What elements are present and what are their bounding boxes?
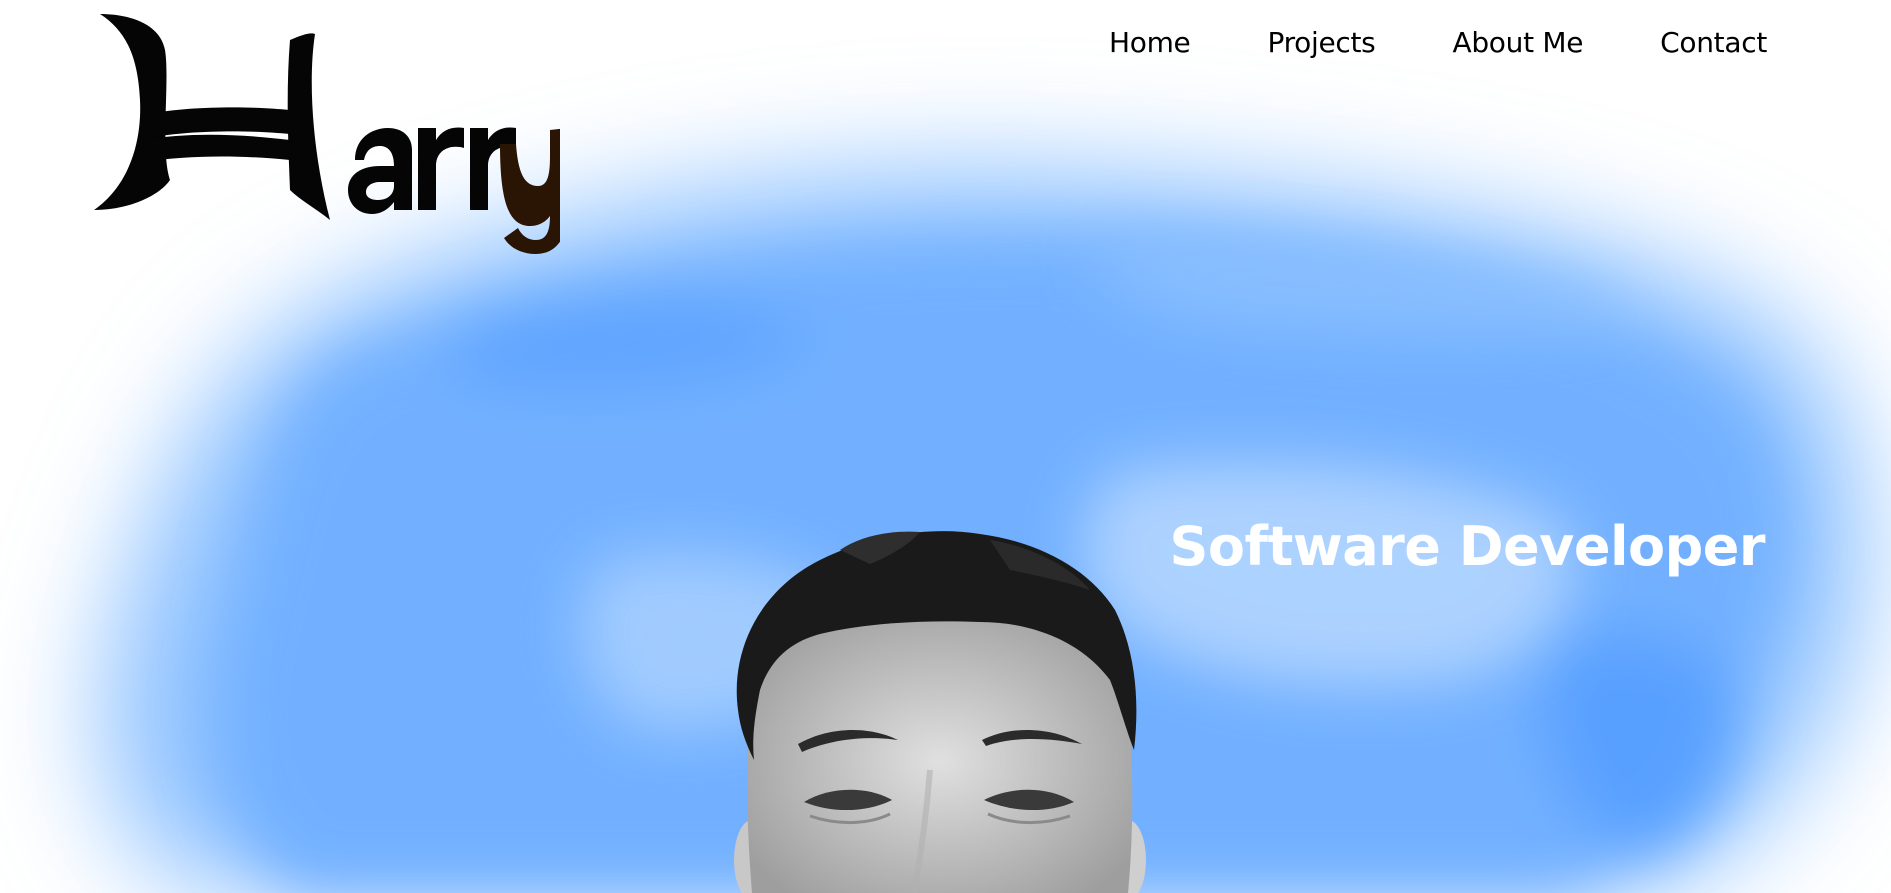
page: Home Projects About Me Contact Software … bbox=[0, 0, 1891, 893]
logo-h-crossbar bbox=[148, 107, 290, 138]
nav-contact-link[interactable]: Contact bbox=[1660, 26, 1767, 59]
harry-logo[interactable] bbox=[90, 10, 560, 260]
logo-letter-a bbox=[348, 128, 412, 214]
main-nav: Home Projects About Me Contact bbox=[1109, 26, 1767, 59]
logo-letter-y bbox=[500, 128, 560, 254]
portrait-photo bbox=[734, 531, 1146, 893]
logo-h-left-stroke bbox=[94, 14, 170, 210]
nav-home-link[interactable]: Home bbox=[1109, 26, 1191, 59]
logo-h-right-stroke bbox=[287, 33, 330, 221]
nav-projects-link[interactable]: Projects bbox=[1267, 26, 1375, 59]
nav-about-me-link[interactable]: About Me bbox=[1452, 26, 1583, 59]
hero-headline: Software Developer bbox=[1169, 515, 1766, 578]
logo-letter-r-1 bbox=[418, 127, 464, 210]
